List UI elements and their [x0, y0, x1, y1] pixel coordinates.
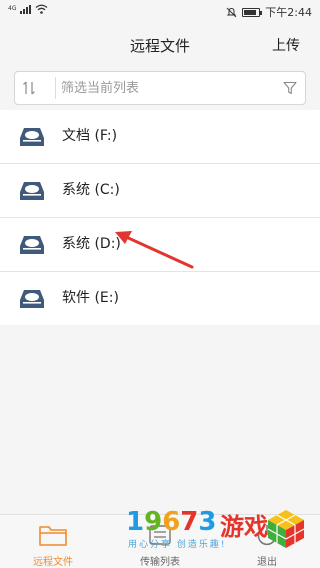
bottom-nav: 远程文件 传输列表 退出: [0, 514, 320, 568]
wifi-icon: [36, 4, 48, 14]
drive-icon: [20, 182, 44, 200]
power-icon: [257, 525, 277, 546]
drive-icon: [20, 236, 44, 254]
filter-bar: [14, 71, 306, 105]
upload-button[interactable]: 上传: [272, 35, 300, 55]
list-item[interactable]: 文档 (F:): [0, 110, 320, 164]
filter-input[interactable]: [61, 77, 271, 99]
drive-label: 软件 (E:): [62, 290, 119, 306]
status-bar: 4G 下午2:44: [0, 0, 320, 22]
mute-icon: [226, 7, 237, 17]
list-item[interactable]: 软件 (E:): [0, 272, 320, 325]
drive-icon: [20, 128, 44, 146]
transfer-list-icon: [149, 525, 171, 545]
tab-remote-files[interactable]: 远程文件: [0, 521, 106, 568]
status-bar-left: 4G: [8, 4, 48, 14]
network-type: 4G: [8, 5, 17, 12]
annotation-arrow-icon: [115, 231, 194, 269]
sort-icon[interactable]: [21, 80, 37, 96]
drive-label: 系统 (C:): [62, 182, 120, 198]
tab-exit[interactable]: 退出: [214, 521, 320, 568]
tab-label: 远程文件: [33, 557, 73, 568]
tab-transfer-list[interactable]: 传输列表: [107, 521, 213, 568]
folder-icon: [39, 526, 67, 546]
signal-icon: [20, 4, 32, 14]
filter-divider: [55, 77, 56, 99]
battery-icon: [242, 7, 263, 17]
drive-label: 文档 (F:): [62, 128, 118, 144]
drive-icon: [20, 290, 44, 308]
tab-label: 退出: [257, 557, 277, 568]
list-item[interactable]: 系统 (C:): [0, 164, 320, 218]
status-bar-right: 下午2:44: [226, 4, 312, 20]
app-screen: 4G 下午2:44 远程文件 上传 筛选当前列表 文档 (F:) 系统 (C:)…: [0, 0, 320, 568]
app-header: 远程文件 上传: [0, 22, 320, 66]
tab-label: 传输列表: [140, 557, 180, 568]
drive-list: 文档 (F:) 系统 (C:) 系统 (D:) 软件 (E:): [0, 110, 320, 325]
status-time: 下午2:44: [265, 6, 312, 19]
filter-funnel-icon[interactable]: [283, 81, 297, 95]
